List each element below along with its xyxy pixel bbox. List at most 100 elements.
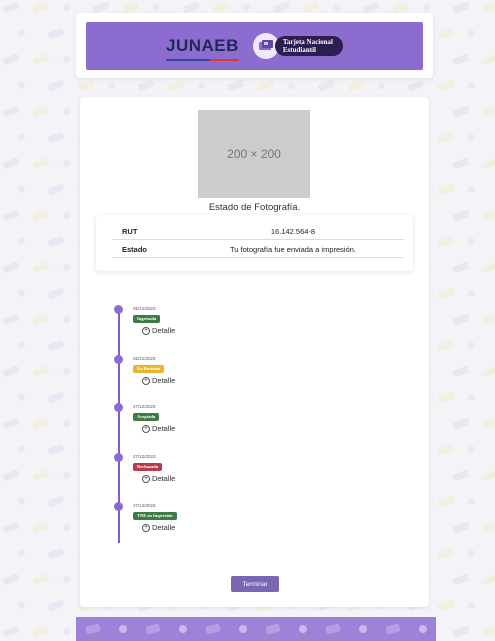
background-shape xyxy=(392,1,410,14)
detail-toggle[interactable]: + Detalle xyxy=(142,523,175,532)
background-shape xyxy=(467,445,476,454)
footer-shape xyxy=(84,623,101,635)
detail-toggle[interactable]: + Detalle xyxy=(142,474,175,483)
background-shape xyxy=(17,445,26,454)
info-value-estado: Tu fotografía fue enviada a impresión. xyxy=(229,244,357,254)
info-card: RUT 16.142.564-8 Estado Tu fotografía fu… xyxy=(96,215,413,271)
background-shape xyxy=(467,549,476,558)
background-shape xyxy=(32,573,50,586)
background-shape xyxy=(2,365,20,378)
info-row-rut: RUT 16.142.564-8 xyxy=(112,223,404,240)
background-shape xyxy=(437,547,455,560)
footer-shape xyxy=(238,625,247,633)
background-shape xyxy=(2,209,20,222)
background-shape xyxy=(452,625,470,638)
brand-underline xyxy=(165,59,239,61)
status-badge: TNE en Impresión xyxy=(133,512,177,520)
background-shape xyxy=(467,497,476,506)
background-shape xyxy=(317,79,335,92)
background-shape xyxy=(17,289,26,298)
background-shape xyxy=(467,341,476,350)
background-shape xyxy=(17,29,26,38)
background-shape xyxy=(242,3,251,12)
background-shape xyxy=(62,315,71,324)
background-shape xyxy=(467,601,476,610)
background-shape xyxy=(362,1,380,14)
background-shape xyxy=(482,573,495,586)
background-shape xyxy=(17,601,26,610)
timeline-item: 27/12/2023 Rechazada + Detalle xyxy=(114,453,314,493)
timeline-dot xyxy=(114,355,123,364)
background-shape xyxy=(452,573,470,586)
background-shape xyxy=(77,79,95,92)
detail-toggle[interactable]: + Detalle xyxy=(142,326,175,335)
background-shape xyxy=(47,391,65,404)
background-shape xyxy=(107,81,116,90)
background-shape xyxy=(17,549,26,558)
background-shape xyxy=(452,105,470,118)
background-shape xyxy=(482,261,495,274)
background-shape xyxy=(347,79,365,92)
background-shape xyxy=(287,81,296,90)
background-shape xyxy=(272,1,290,14)
timeline-dot xyxy=(114,453,123,462)
background-shape xyxy=(47,495,65,508)
timeline-date: 27/12/2023 xyxy=(133,454,156,459)
background-shape xyxy=(32,53,50,66)
background-shape xyxy=(467,237,476,246)
background-shape xyxy=(452,521,470,534)
background-shape xyxy=(32,1,50,14)
background-shape xyxy=(437,495,455,508)
background-shape xyxy=(452,209,470,222)
background-shape xyxy=(152,3,161,12)
background-shape xyxy=(32,105,50,118)
background-shape xyxy=(47,443,65,456)
detail-toggle[interactable]: + Detalle xyxy=(142,424,175,433)
background-shape xyxy=(62,55,71,64)
background-shape xyxy=(482,1,495,14)
finish-button[interactable]: Terminar xyxy=(231,576,279,592)
background-shape xyxy=(32,209,50,222)
timeline-date: 27/12/2023 xyxy=(133,503,156,508)
background-shape xyxy=(482,53,495,66)
background-shape xyxy=(407,79,425,92)
detail-toggle[interactable]: + Detalle xyxy=(142,376,175,385)
detail-label: Detalle xyxy=(152,326,176,335)
background-shape xyxy=(47,547,65,560)
footer-shape xyxy=(204,623,221,635)
background-shape xyxy=(437,27,455,40)
background-shape xyxy=(452,261,470,274)
background-shape xyxy=(17,497,26,506)
background-shape xyxy=(437,235,455,248)
background-shape xyxy=(47,183,65,196)
background-shape xyxy=(47,79,65,92)
timeline-item: 27/12/2023 Aceptada + Detalle xyxy=(114,403,314,443)
background-shape xyxy=(452,417,470,430)
background-shape xyxy=(47,131,65,144)
background-shape xyxy=(467,289,476,298)
background-shape xyxy=(482,625,495,638)
footer-shape xyxy=(118,625,127,633)
background-shape xyxy=(452,313,470,326)
info-row-estado: Estado Tu fotografía fue enviada a impre… xyxy=(112,241,404,258)
background-shape xyxy=(437,599,455,612)
header-card: JUNAEB Tarjeta Nacional Estudiantil xyxy=(76,13,433,78)
background-shape xyxy=(17,237,26,246)
background-shape xyxy=(62,575,71,584)
timeline-dot xyxy=(114,305,123,314)
background-shape xyxy=(62,3,71,12)
background-shape xyxy=(2,469,20,482)
background-shape xyxy=(17,133,26,142)
background-shape xyxy=(47,599,65,612)
background-shape xyxy=(62,211,71,220)
background-shape xyxy=(437,443,455,456)
tne-label-line2: Estudiantil xyxy=(282,46,316,54)
background-shape xyxy=(437,131,455,144)
background-shape xyxy=(62,107,71,116)
timeline-date: 26/12/2023 xyxy=(133,306,156,311)
background-shape xyxy=(47,287,65,300)
photo-placeholder-text: 200 × 200 xyxy=(227,147,281,161)
timeline-item: 26/12/2023 Ingresada + Detalle xyxy=(114,305,314,345)
background-shape xyxy=(452,365,470,378)
background-shape xyxy=(17,185,26,194)
